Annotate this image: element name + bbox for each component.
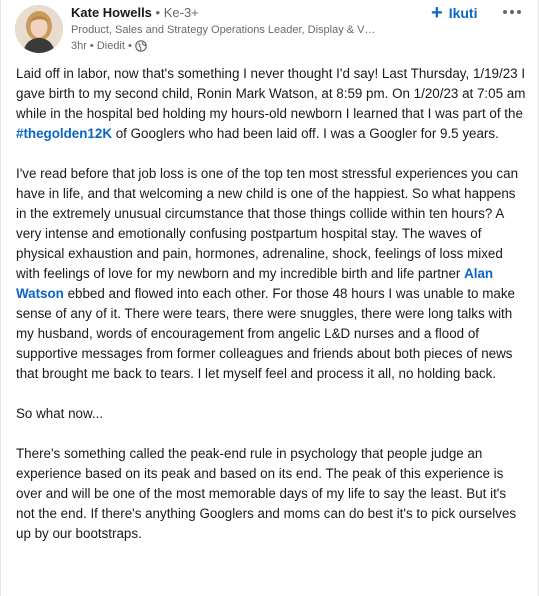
ellipsis-icon bbox=[503, 10, 507, 14]
author-headline: Product, Sales and Strategy Operations L… bbox=[71, 24, 376, 36]
connection-degree: • Ke-3+ bbox=[155, 5, 199, 20]
ellipsis-icon bbox=[517, 10, 521, 14]
hashtag-link[interactable]: #thegolden12K bbox=[16, 126, 112, 141]
author-avatar[interactable] bbox=[15, 5, 63, 53]
post-header: Kate Howells • Ke-3+ Product, Sales and … bbox=[1, 0, 538, 64]
post-paragraph: Laid off in labor, now that's something … bbox=[16, 64, 528, 144]
paragraph-text: of Googlers who had been laid off. I was… bbox=[111, 126, 499, 141]
profile-photo-icon bbox=[15, 5, 63, 53]
globe-icon bbox=[135, 40, 147, 52]
post-paragraph: There's something called the peak-end ru… bbox=[16, 446, 517, 541]
edited-label: • Diedit • bbox=[89, 40, 132, 52]
post-time: 3hr bbox=[71, 40, 87, 52]
feed-post: Kate Howells • Ke-3+ Product, Sales and … bbox=[0, 0, 539, 596]
ellipsis-icon bbox=[510, 10, 514, 14]
post-meta: 3hr • Diedit • bbox=[71, 39, 391, 53]
post-body: Laid off in labor, now that's something … bbox=[16, 64, 528, 564]
paragraph-text: I've read before that job loss is one of… bbox=[16, 166, 519, 281]
paragraph-text: Laid off in labor, now that's something … bbox=[16, 66, 526, 121]
author-info: Kate Howells • Ke-3+ Product, Sales and … bbox=[71, 5, 391, 53]
author-name[interactable]: Kate Howells bbox=[71, 5, 152, 20]
follow-button[interactable]: + Ikuti bbox=[431, 2, 477, 24]
author-name-line: Kate Howells • Ke-3+ bbox=[71, 5, 391, 21]
plus-icon: + bbox=[431, 2, 443, 24]
more-options-button[interactable] bbox=[497, 2, 527, 22]
post-paragraph: So what now... bbox=[16, 406, 104, 421]
paragraph-text: ebbed and flowed into each other. For th… bbox=[16, 286, 515, 381]
follow-label: Ikuti bbox=[448, 5, 478, 21]
post-paragraph: I've read before that job loss is one of… bbox=[16, 164, 528, 384]
